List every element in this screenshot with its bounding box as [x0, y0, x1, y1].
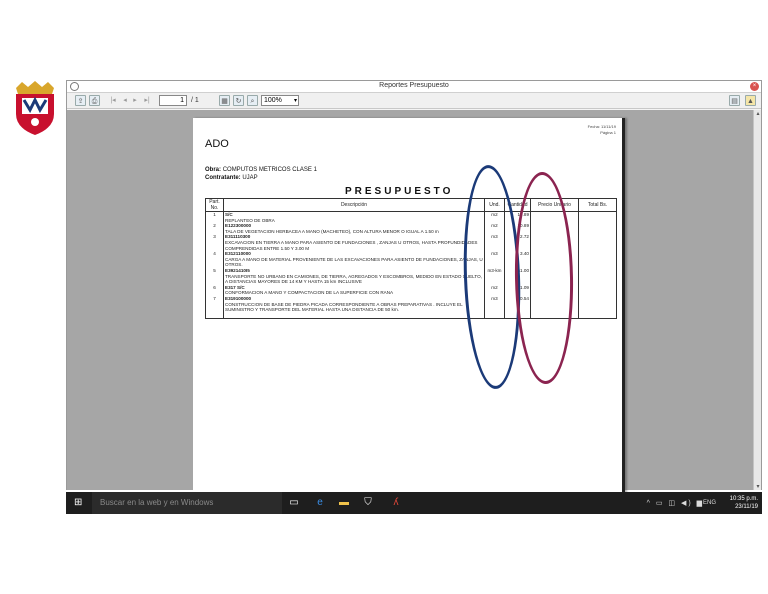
page-meta: Fecha: 11/11/19 Página 1: [588, 124, 616, 136]
app-icon[interactable]: ʎ: [390, 497, 402, 509]
page-layout-icon[interactable]: ▦: [219, 95, 230, 106]
taskbar-clock[interactable]: 10:35 p.m. 23/11/19: [730, 495, 758, 511]
part-number: 7: [205, 295, 224, 313]
part-number: 4: [205, 251, 224, 268]
part-number: 6: [205, 284, 224, 296]
screenshot: Reportes Presupuesto × ⇪ ⎙ |◂ ◂ ▸ ▸| 1 /…: [0, 0, 768, 594]
description-cell: S/C REPLANTEO DE OBRA: [223, 211, 485, 224]
scroll-down-icon[interactable]: ▾: [754, 483, 762, 490]
description-cell: E319100000 CONSTRUCCION DE BASE DE PIEDRA…: [223, 295, 485, 313]
zoom-value: 100%: [264, 97, 282, 104]
description-cell: E3921410I5 TRANSPORTE NO URBANO EN CAMION…: [223, 267, 485, 285]
refresh-icon[interactable]: ↻: [233, 95, 244, 106]
clock-date: 23/11/19: [735, 504, 758, 510]
window-title: Reportes Presupuesto: [379, 82, 449, 89]
part-number: 3: [205, 234, 224, 252]
university-crest-logo: [16, 81, 54, 135]
edge-browser-icon[interactable]: e: [314, 497, 326, 509]
item-description: CARGA A MANO DE MATERIAL PROVENIENTE DE …: [225, 256, 483, 268]
title-bar: Reportes Presupuesto ×: [67, 81, 761, 93]
col-header: Descripción: [223, 198, 485, 212]
total-cell: [578, 295, 617, 313]
language-indicator[interactable]: ENG: [703, 500, 716, 506]
description-cell: E312110000 CARGA A MANO DE MATERIAL PROVE…: [223, 251, 485, 268]
zoom-select[interactable]: 100% ▾: [261, 95, 299, 106]
report-viewer-window: Reportes Presupuesto × ⇪ ⎙ |◂ ◂ ▸ ▸| 1 /…: [66, 80, 762, 498]
chevron-down-icon: ▾: [293, 98, 297, 104]
scroll-up-icon[interactable]: ▴: [754, 110, 762, 117]
find-icon[interactable]: ⌕: [247, 95, 258, 106]
file-explorer-icon[interactable]: ▬: [338, 497, 350, 509]
vertical-scrollbar[interactable]: ▴ ▾: [753, 110, 761, 490]
store-icon[interactable]: ⛉: [362, 497, 374, 509]
obra-value: COMPUTOS METRICOS CLASE 1: [222, 167, 317, 173]
system-tray-icons[interactable]: ^ ▭ ◫ ◀) ▆: [647, 499, 704, 507]
part-number: 2: [205, 223, 224, 235]
export-pdf-icon[interactable]: ▤: [729, 95, 740, 106]
total-cell: [578, 234, 617, 252]
viewer-toolbar: ⇪ ⎙ |◂ ◂ ▸ ▸| 1 / 1 ▦ ↻ ⌕ 100% ▾ ▤ ▲: [67, 93, 761, 109]
contratante-label: Contratante:: [205, 175, 241, 181]
item-description: CONSTRUCCION DE BASE DE PIEDRA PICADA CO…: [225, 301, 463, 313]
page-total: / 1: [191, 97, 199, 104]
description-cell: E317 S/C CONFORMACION A MANO Y COMPACTACI…: [223, 284, 485, 296]
obra-label: Obra:: [205, 167, 222, 173]
total-cell: [578, 267, 617, 285]
last-page-icon[interactable]: ▸|: [143, 95, 151, 106]
total-cell: [578, 284, 617, 296]
next-page-icon[interactable]: ▸: [131, 95, 139, 106]
clock-time: 10:35 p.m.: [729, 496, 758, 502]
page-number-input[interactable]: 1: [159, 95, 187, 106]
report-page-number: Página 1: [600, 130, 616, 135]
col-header: Total Bs.: [578, 198, 617, 212]
description-cell: E311110300 EXCAVACION EN TIERRA A MANO PA…: [223, 234, 485, 252]
total-cell: [578, 223, 617, 235]
part-number: 1: [205, 211, 224, 224]
description-cell: E122300000 TALA DE VEGETACION HERBACEA A …: [223, 223, 485, 235]
report-viewport: Fecha: 11/11/19 Página 1 ADO Obra: COMPU…: [67, 110, 753, 498]
contratante-line: Contratante: UJAP: [205, 175, 258, 181]
close-icon[interactable]: ×: [750, 82, 759, 91]
report-heading: ADO: [205, 138, 229, 150]
taskbar-search-input[interactable]: Buscar en la web y en Windows: [92, 492, 282, 514]
part-number: 5: [205, 267, 224, 285]
item-description: EXCAVACION EN TIERRA A MANO PARA ASIENTO…: [225, 239, 478, 251]
total-cell: [578, 251, 617, 268]
export-icon[interactable]: ⇪: [75, 95, 86, 106]
groups-icon[interactable]: ▲: [745, 95, 756, 106]
obra-line: Obra: COMPUTOS METRICOS CLASE 1: [205, 167, 317, 173]
windows-start-icon[interactable]: ⊞: [74, 498, 84, 508]
contratante-value: UJAP: [242, 175, 258, 181]
print-icon[interactable]: ⎙: [89, 95, 100, 106]
document-title: PRESUPUESTO: [345, 186, 454, 197]
first-page-icon[interactable]: |◂: [109, 95, 117, 106]
windows-taskbar: ⊞ Buscar en la web y en Windows ▭ e ▬ ⛉ …: [66, 492, 762, 514]
col-header: Part. No.: [205, 198, 224, 212]
task-view-icon[interactable]: ▭: [288, 497, 300, 509]
prev-page-icon[interactable]: ◂: [121, 95, 129, 106]
item-description: TRANSPORTE NO URBANO EN CAMIONES, DE TIE…: [225, 273, 482, 285]
total-cell: [578, 211, 617, 224]
